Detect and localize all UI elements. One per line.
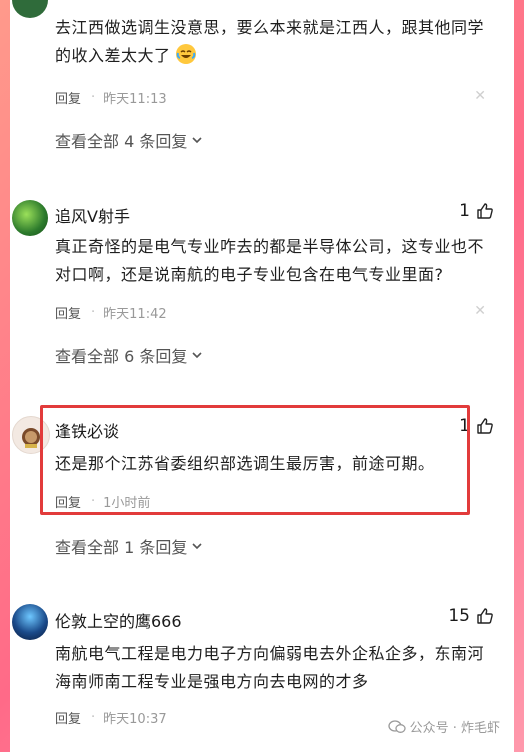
separator-dot: · bbox=[91, 90, 96, 105]
reply-button[interactable]: 回复 bbox=[55, 303, 81, 322]
reply-button[interactable]: 回复 bbox=[55, 708, 81, 727]
watermark: 公众号 · 炸毛虾 bbox=[387, 717, 500, 736]
comment-meta: 回复 · 昨天10:37 bbox=[55, 708, 167, 727]
view-all-replies-button[interactable]: 查看全部 6 条回复 bbox=[55, 343, 203, 367]
view-all-replies-button[interactable]: 查看全部 4 条回复 bbox=[55, 128, 203, 152]
like-count: 1 bbox=[459, 201, 470, 221]
view-all-label: 查看全部 6 条回复 bbox=[55, 347, 188, 366]
wechat-icon bbox=[387, 719, 406, 733]
timestamp: 昨天11:13 bbox=[103, 92, 167, 107]
dismiss-icon[interactable]: ✕ bbox=[474, 303, 486, 319]
dismiss-icon[interactable]: ✕ bbox=[474, 88, 486, 104]
comment-text: 真正奇怪的是电气专业咋去的都是半导体公司，这专业也不对口啊，还是说南航的电子专业… bbox=[55, 237, 485, 284]
thumbs-up-icon bbox=[477, 418, 493, 434]
username[interactable]: 伦敦上空的鹰666 bbox=[55, 608, 182, 632]
separator-dot: · bbox=[91, 710, 96, 725]
view-all-replies-button[interactable]: 查看全部 1 条回复 bbox=[55, 534, 203, 558]
like-button[interactable]: 15 bbox=[448, 606, 494, 626]
like-count: 15 bbox=[448, 606, 470, 626]
chevron-down-icon bbox=[192, 543, 202, 550]
avatar[interactable] bbox=[12, 0, 48, 18]
comment-meta: 回复 · 昨天11:42 bbox=[55, 303, 167, 322]
comment-text: 去江西做选调生没意思，要么本来就是江西人，跟其他同学的收入差太大了 bbox=[55, 18, 485, 65]
thumbs-up-icon bbox=[477, 203, 493, 219]
chevron-down-icon bbox=[192, 352, 202, 359]
comment-list: 去江西做选调生没意思，要么本来就是江西人，跟其他同学的收入差太大了 回复 · 昨… bbox=[10, 0, 514, 752]
timestamp: 昨天11:42 bbox=[103, 307, 167, 322]
thumbs-up-icon bbox=[477, 608, 493, 624]
timestamp: 昨天10:37 bbox=[103, 712, 167, 727]
username[interactable]: 追风V射手 bbox=[55, 203, 130, 227]
laughing-crying-emoji-icon bbox=[176, 44, 197, 64]
like-button[interactable]: 1 bbox=[459, 201, 494, 221]
chevron-down-icon bbox=[192, 137, 202, 144]
avatar[interactable] bbox=[12, 200, 48, 236]
separator-dot: · bbox=[91, 305, 96, 320]
watermark-label: 公众号 · 炸毛虾 bbox=[409, 721, 500, 736]
avatar[interactable] bbox=[12, 604, 48, 640]
view-all-label: 查看全部 1 条回复 bbox=[55, 538, 188, 557]
view-all-label: 查看全部 4 条回复 bbox=[55, 132, 188, 151]
comment-meta: 回复 · 昨天11:13 bbox=[55, 88, 167, 107]
comment-text: 南航电气工程是电力电子方向偏弱电去外企私企多，东南河海南师南工程专业是强电方向去… bbox=[55, 644, 485, 691]
highlight-box bbox=[40, 405, 470, 515]
reply-button[interactable]: 回复 bbox=[55, 88, 81, 107]
